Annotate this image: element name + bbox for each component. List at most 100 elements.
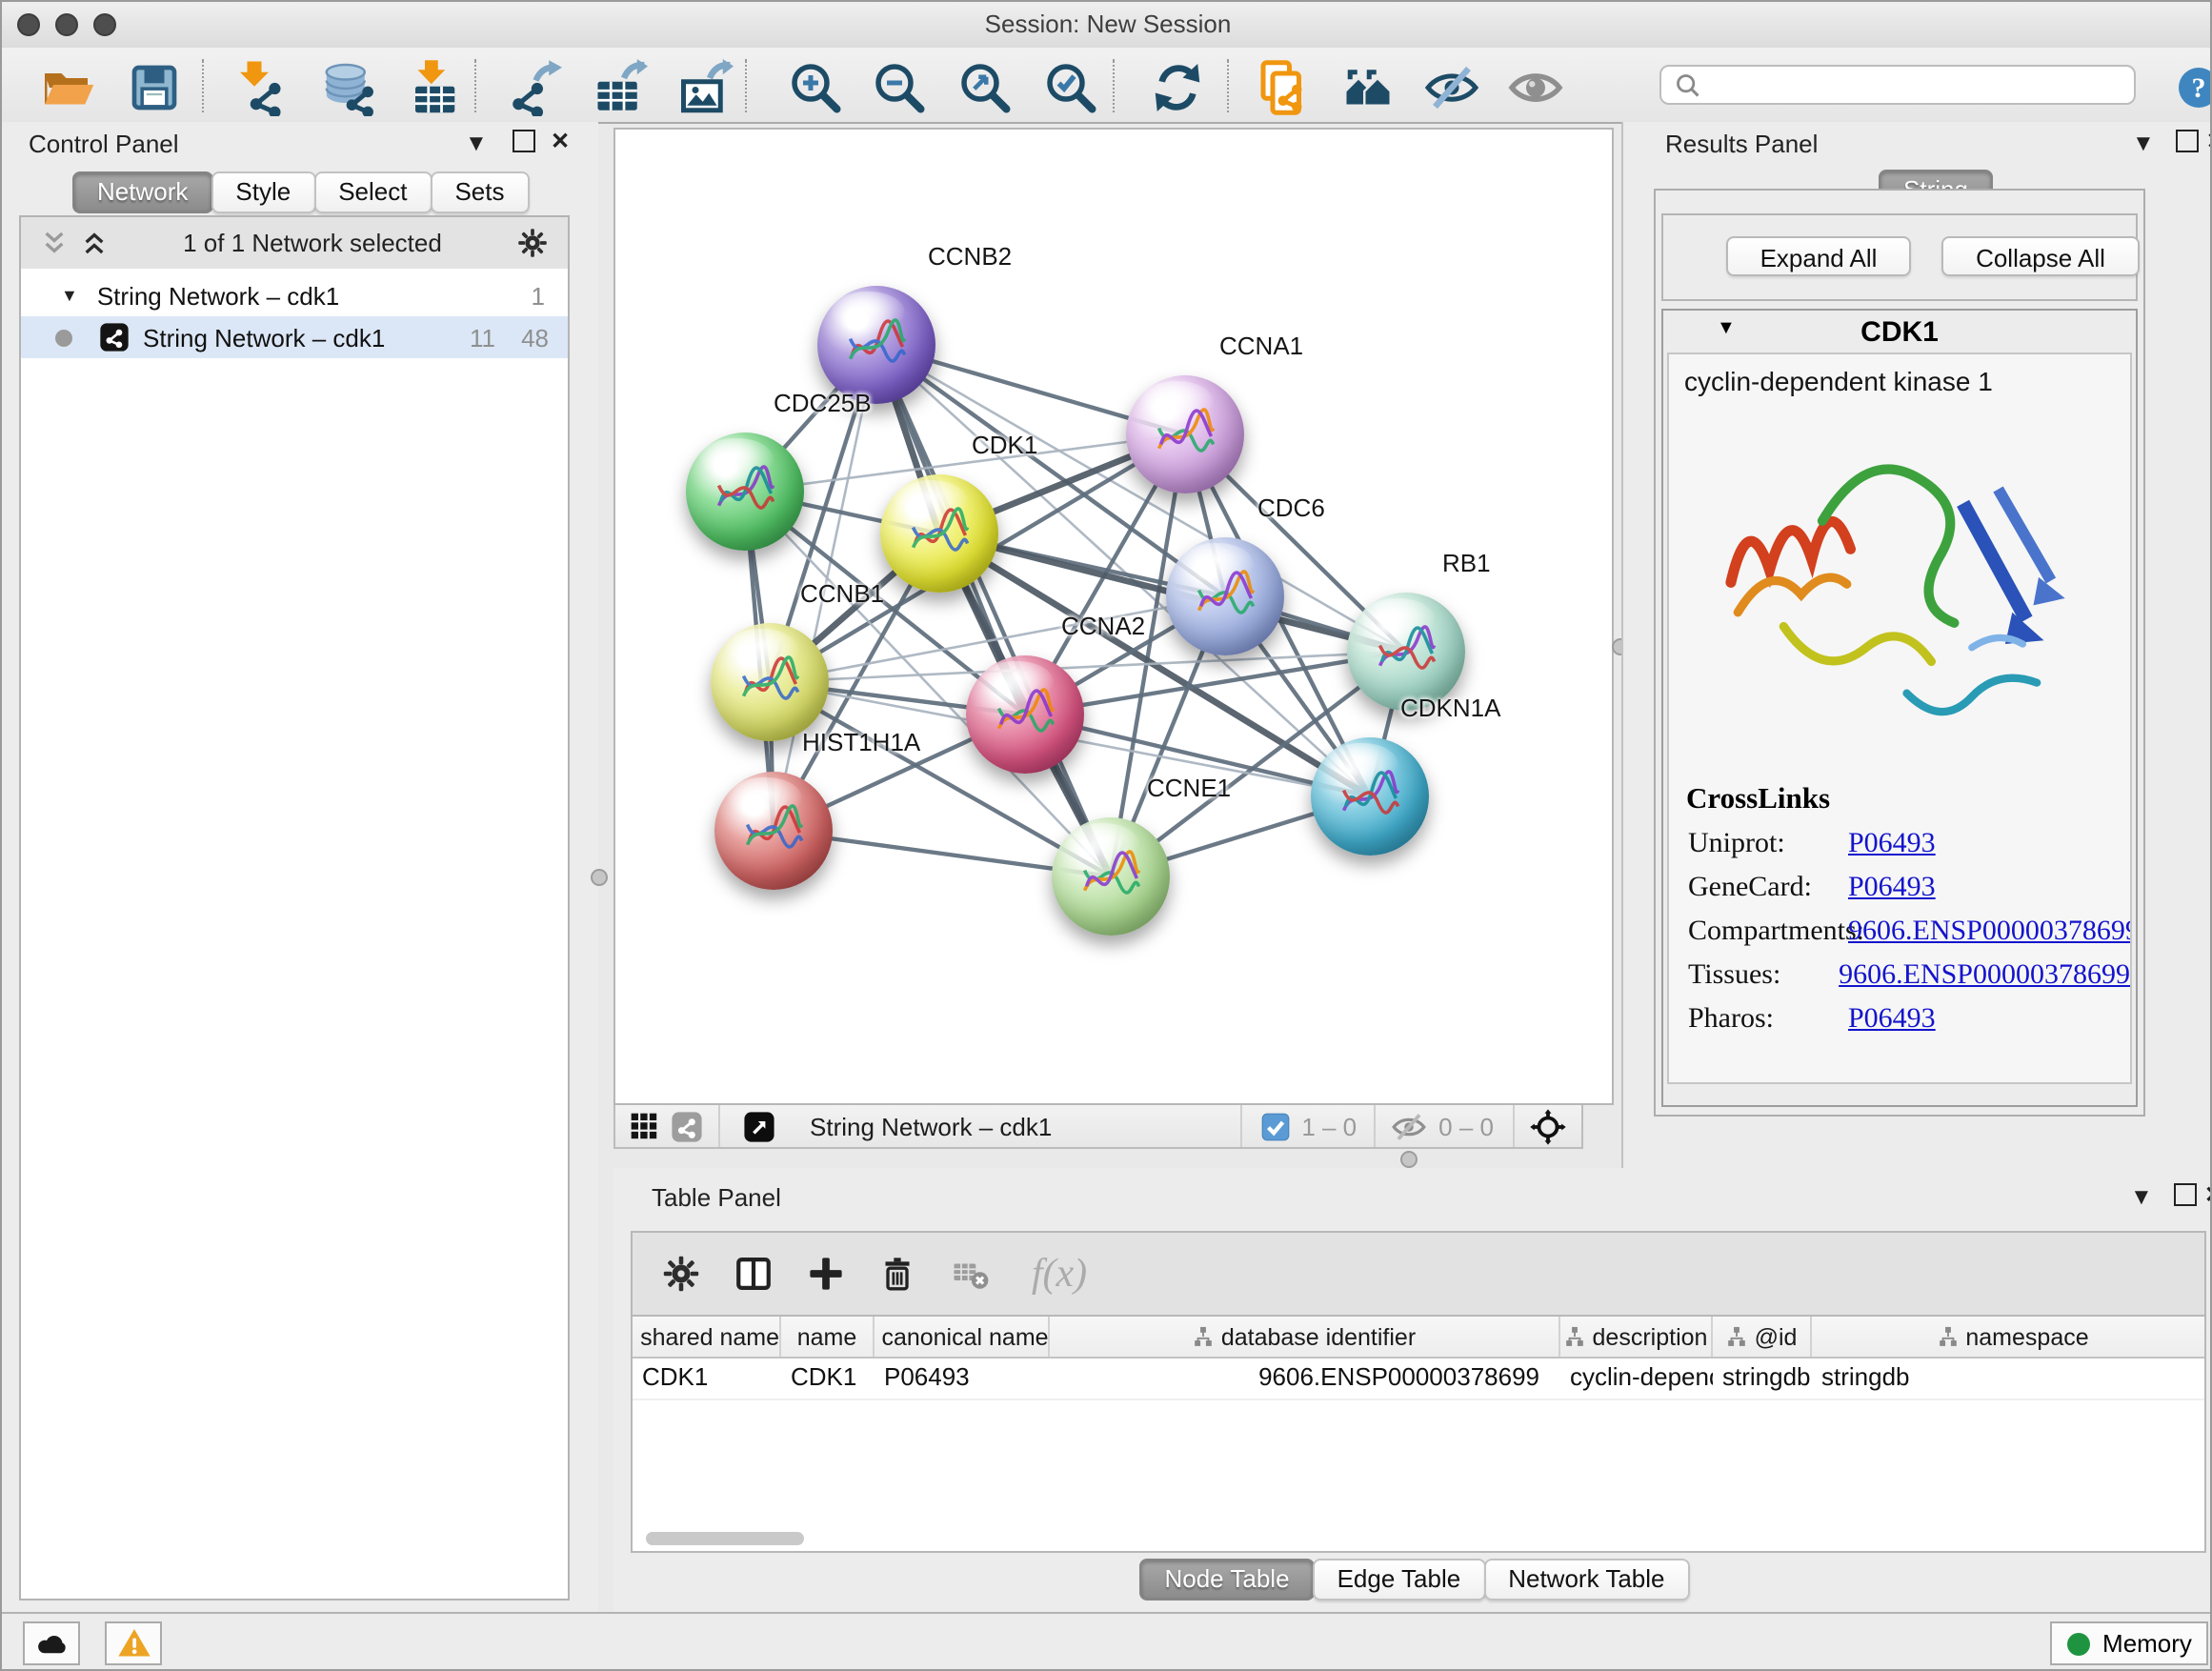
search-input[interactable] — [1709, 70, 2134, 100]
tab-node-table[interactable]: Node Table — [1139, 1559, 1314, 1601]
protein-thumbnail-icon — [903, 503, 975, 568]
help-button[interactable]: ? — [2166, 55, 2212, 120]
tab-select[interactable]: Select — [313, 171, 432, 213]
close-panel-icon[interactable]: ✕ — [2204, 1181, 2212, 1208]
horizontal-splitter-handle[interactable] — [1400, 1151, 1418, 1168]
detach-view-icon[interactable] — [743, 1110, 775, 1142]
tab-edge-table[interactable]: Edge Table — [1313, 1559, 1486, 1601]
duplicate-network-button[interactable] — [1250, 55, 1315, 120]
tab-network[interactable]: Network — [72, 171, 212, 213]
network-collection-row[interactable]: ▼ String Network – cdk1 1 — [21, 274, 568, 316]
memory-status-dot-icon — [2066, 1632, 2089, 1655]
results-panel-title: Results Panel — [1665, 130, 1818, 158]
table-cell[interactable]: CDK1 — [633, 1359, 781, 1399]
table-cell[interactable]: P06493 — [875, 1359, 1050, 1399]
search-field[interactable] — [1659, 65, 2136, 105]
crosslink-link[interactable]: P06493 — [1848, 829, 1936, 861]
memory-button[interactable]: Memory — [2050, 1621, 2208, 1665]
zoom-selected-button[interactable] — [1038, 55, 1103, 120]
network-node-hist1h1a[interactable] — [714, 772, 833, 890]
network-view-share-icon[interactable] — [671, 1110, 703, 1142]
column-header-name[interactable]: name — [781, 1317, 875, 1357]
network-node-ccnb1[interactable] — [711, 623, 829, 741]
float-panel-icon[interactable]: ▼ — [465, 130, 488, 156]
table-cell[interactable]: 9606.ENSP00000378699 — [1050, 1359, 1560, 1399]
table-cell[interactable]: CDK1 — [781, 1359, 875, 1399]
tab-network-table[interactable]: Network Table — [1483, 1559, 1689, 1601]
show-columns-button[interactable] — [728, 1249, 777, 1299]
export-network-button[interactable] — [501, 55, 566, 120]
delete-column-button[interactable] — [873, 1249, 922, 1299]
tab-style[interactable]: Style — [211, 171, 315, 213]
close-panel-icon[interactable]: ✕ — [551, 128, 570, 154]
maximize-panel-icon[interactable] — [2174, 1183, 2197, 1206]
expand-all-chevrons-icon[interactable] — [80, 229, 109, 257]
import-table-file-button[interactable] — [402, 55, 467, 120]
column-header-id[interactable]: @id — [1713, 1317, 1812, 1357]
apply-layout-button[interactable] — [1145, 55, 1210, 120]
save-session-button[interactable] — [122, 55, 187, 120]
tab-sets[interactable]: Sets — [430, 171, 529, 213]
export-image-button[interactable] — [673, 55, 737, 120]
vertical-splitter-handle[interactable] — [591, 869, 608, 886]
crosslink-link[interactable]: 9606.ENSP00000378699 — [1848, 916, 2132, 949]
warnings-button[interactable] — [105, 1621, 162, 1665]
maximize-panel-icon[interactable] — [2176, 130, 2199, 152]
expand-all-button[interactable]: Expand All — [1726, 236, 1911, 276]
create-column-button[interactable] — [800, 1249, 850, 1299]
column-header-databaseidentifier[interactable]: database identifier — [1050, 1317, 1560, 1357]
table-panel: Table Panel ▼ ✕ — [613, 1168, 2212, 1612]
crosslink-link[interactable]: P06493 — [1848, 1004, 1936, 1037]
horizontal-scrollbar-thumb[interactable] — [646, 1532, 804, 1545]
hide-selected-button[interactable] — [1419, 55, 1484, 120]
import-network-database-button[interactable] — [314, 55, 379, 120]
column-header-canonicalname[interactable]: canonical name — [875, 1317, 1050, 1357]
close-panel-icon[interactable]: ✕ — [2206, 128, 2212, 154]
float-panel-icon[interactable]: ▼ — [2132, 130, 2155, 156]
double-house-button[interactable] — [1336, 55, 1400, 120]
selected-checkbox-icon[interactable] — [1261, 1112, 1290, 1140]
tree-expand-icon[interactable]: ▼ — [61, 286, 78, 305]
network-node-ccnb2[interactable] — [817, 286, 935, 404]
table-cell[interactable]: cyclin-dependent ... — [1560, 1359, 1713, 1399]
zoom-out-button[interactable] — [867, 55, 932, 120]
node-label-cdc6: CDC6 — [1257, 493, 1325, 522]
network-node-ccne1[interactable] — [1052, 817, 1170, 936]
table-row[interactable]: CDK1CDK1P064939606.ENSP00000378699cyclin… — [633, 1359, 2204, 1400]
network-row[interactable]: String Network – cdk1 11 48 — [21, 316, 568, 358]
zoom-fit-button[interactable] — [953, 55, 1017, 120]
export-table-button[interactable] — [587, 55, 652, 120]
collapse-all-button[interactable]: Collapse All — [1941, 236, 2140, 276]
network-node-ccna1[interactable] — [1126, 375, 1244, 493]
collapse-all-chevrons-icon[interactable] — [40, 229, 69, 257]
import-network-file-button[interactable] — [227, 55, 292, 120]
protein-thumbnail-icon — [1149, 404, 1221, 469]
table-cell[interactable]: stringdb:9... — [1713, 1359, 1812, 1399]
column-header-description[interactable]: description — [1560, 1317, 1713, 1357]
table-options-button[interactable] — [655, 1249, 705, 1299]
float-panel-icon[interactable]: ▼ — [2130, 1183, 2153, 1210]
network-node-cdk1[interactable] — [880, 474, 998, 593]
column-header-namespace[interactable]: namespace — [1812, 1317, 2206, 1357]
zoom-in-button[interactable] — [783, 55, 848, 120]
network-node-cdc25b[interactable] — [686, 433, 804, 551]
cloud-button[interactable] — [23, 1621, 80, 1665]
crosslink-link[interactable]: P06493 — [1848, 873, 1936, 905]
delete-table-icon — [950, 1254, 990, 1294]
table-cell[interactable]: stringdb — [1812, 1359, 2206, 1399]
grid-view-icon[interactable] — [629, 1111, 659, 1141]
network-node-ccna2[interactable] — [966, 655, 1084, 774]
hidden-eye-icon[interactable] — [1391, 1108, 1427, 1144]
column-header-sharedname[interactable]: shared name — [633, 1317, 781, 1357]
maximize-panel-icon[interactable] — [513, 130, 535, 152]
crosslink-link[interactable]: 9606.ENSP00000378699 — [1839, 960, 2130, 993]
network-options-gear-icon[interactable] — [516, 227, 549, 259]
protein-thumbnail-icon — [1075, 846, 1147, 911]
birds-eye-crosshair-icon[interactable] — [1530, 1108, 1566, 1144]
main-toolbar: ? — [2, 48, 2212, 124]
network-node-cdkn1a[interactable] — [1311, 737, 1429, 856]
network-view-canvas[interactable]: CCNB2CCNA1CDC25BCDK1CDC6RB1CCNB1CCNA2CDK… — [613, 128, 1614, 1105]
network-node-cdc6[interactable] — [1166, 537, 1284, 655]
show-hidden-button[interactable] — [1503, 55, 1568, 120]
open-session-button[interactable] — [36, 55, 101, 120]
